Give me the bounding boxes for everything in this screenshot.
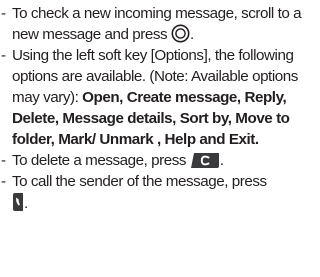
instruction-item-delete: - To delete a message, press . bbox=[1, 150, 305, 171]
instruction-item-check-message: - To check a new incoming message, scrol… bbox=[1, 3, 305, 45]
instruction-item-call-sender: - To call the sender of the message, pre… bbox=[1, 171, 305, 214]
instruction-text-end: . bbox=[219, 152, 224, 169]
clear-key-icon bbox=[190, 152, 220, 169]
bullet-dash: - bbox=[1, 47, 6, 64]
instruction-text: To call the sender of the message, press bbox=[12, 173, 267, 190]
instruction-text: To delete a message, press bbox=[12, 152, 187, 169]
instruction-text-end: . bbox=[189, 26, 194, 43]
instruction-item-options: - Using the left soft key [Options], the… bbox=[1, 45, 305, 150]
send-call-key-icon bbox=[12, 192, 24, 212]
instructions-page: - To check a new incoming message, scrol… bbox=[0, 0, 305, 277]
bullet-dash: - bbox=[1, 173, 6, 190]
ok-center-key-icon bbox=[171, 24, 190, 43]
instruction-text-end: . bbox=[24, 195, 28, 212]
bullet-dash: - bbox=[1, 152, 6, 169]
bullet-dash: - bbox=[1, 5, 6, 22]
instruction-text: To check a new incoming message, scroll … bbox=[12, 5, 302, 43]
